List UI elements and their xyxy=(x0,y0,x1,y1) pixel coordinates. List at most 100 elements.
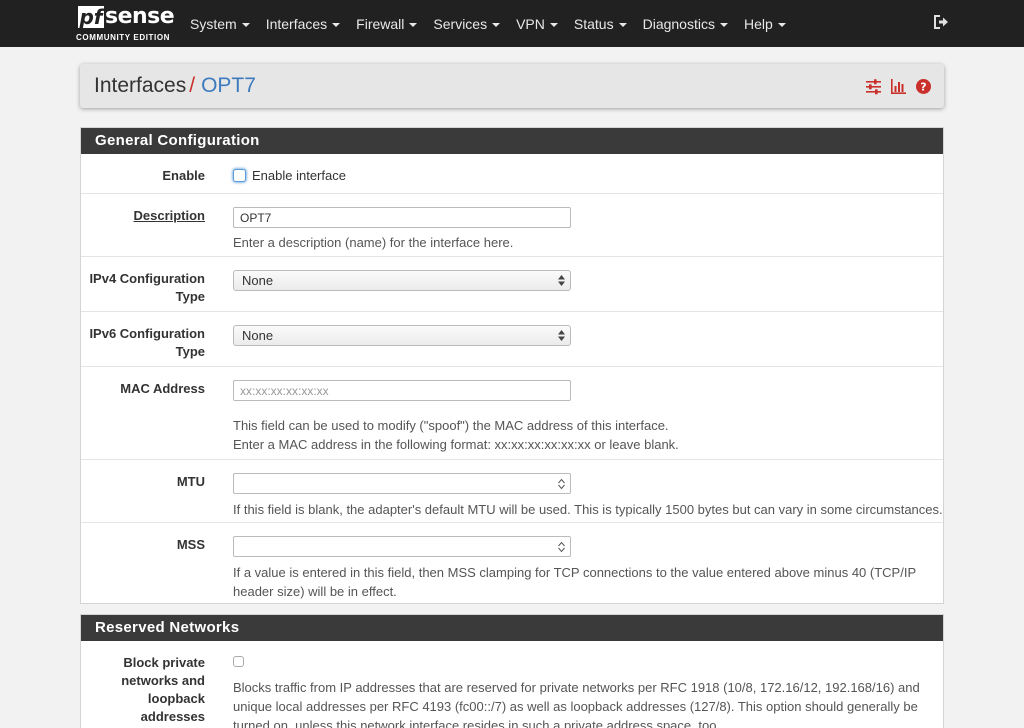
label-line: IPv4 Configuration xyxy=(89,271,205,286)
select-arrows-icon xyxy=(558,330,565,341)
bar-chart-icon[interactable] xyxy=(890,78,907,95)
nav-label: Interfaces xyxy=(265,15,328,32)
caret-down-icon xyxy=(549,22,558,27)
sign-out-icon[interactable] xyxy=(932,13,950,31)
description-help: Enter a description (name) for the inter… xyxy=(233,235,514,250)
nav-label: System xyxy=(190,15,237,32)
mtu-label: MTU xyxy=(176,474,205,489)
nav-label: Firewall xyxy=(356,15,405,32)
mac-address-label: MAC Address xyxy=(120,381,205,396)
mac-address-help-1: This field can be used to modify ("spoof… xyxy=(233,418,669,433)
mtu-input[interactable] xyxy=(233,473,571,494)
breadcrumb-current[interactable]: OPT7 xyxy=(201,74,256,97)
mss-help-1: If a value is entered in this field, the… xyxy=(233,565,917,580)
nav-system[interactable]: System xyxy=(190,16,250,32)
mss-help-2: header size) will be in effect. xyxy=(233,584,397,599)
ipv6-type-row: IPv6 Configuration Type None xyxy=(81,312,943,367)
block-private-checkbox[interactable] xyxy=(233,656,244,667)
mtu-help: If this field is blank, the adapter's de… xyxy=(233,502,943,517)
mac-address-help-2: Enter a MAC address in the following for… xyxy=(233,437,679,452)
caret-down-icon xyxy=(332,22,341,27)
caret-down-icon xyxy=(618,22,627,27)
navbar: pf sense COMMUNITY EDITION System Interf… xyxy=(0,0,1024,47)
breadcrumb-separator: / xyxy=(189,74,196,97)
svg-text:?: ? xyxy=(920,81,926,94)
breadcrumb: Interfaces / OPT7 xyxy=(94,74,256,98)
logo-edition: COMMUNITY EDITION xyxy=(76,33,171,42)
mtu-field: If this field is blank, the adapter's de… xyxy=(233,473,943,519)
ipv4-type-row: IPv4 Configuration Type None xyxy=(81,257,943,312)
block-private-row: Block private networks and loopback addres… xyxy=(81,641,943,728)
mss-label: MSS xyxy=(176,537,205,552)
label-line: loopback addresses xyxy=(140,691,205,724)
sliders-icon[interactable] xyxy=(865,78,882,95)
logo-prefix: pf xyxy=(78,5,104,29)
caret-down-icon xyxy=(241,22,250,27)
ipv4-type-label: IPv4 Configuration Type xyxy=(81,270,205,306)
logo-main: sense xyxy=(105,4,175,29)
nav-label: VPN xyxy=(516,15,545,32)
nav-label: Diagnostics xyxy=(642,15,715,32)
nav-label: Help xyxy=(743,15,773,32)
ipv4-type-field: None xyxy=(233,270,571,291)
mac-address-field: This field can be used to modify ("spoof… xyxy=(233,380,679,454)
label-line: Type xyxy=(175,344,205,359)
description-label: Description xyxy=(81,207,205,225)
caret-down-icon xyxy=(719,22,728,27)
nav-help[interactable]: Help xyxy=(744,16,786,32)
breadcrumb-root[interactable]: Interfaces xyxy=(94,74,186,97)
general-configuration-panel: General Configuration Enable Enable inte… xyxy=(80,127,944,604)
mss-input[interactable] xyxy=(233,536,571,557)
question-circle-icon[interactable]: ? xyxy=(915,78,932,95)
nav-firewall[interactable]: Firewall xyxy=(356,15,418,32)
nav-label: Services xyxy=(433,15,488,32)
block-private-label: Block private networks and loopback addres… xyxy=(81,654,205,726)
enable-checkbox-label[interactable]: Enable interface xyxy=(252,166,346,185)
block-private-field: Blocks traffic from IP addresses that ar… xyxy=(233,678,920,728)
mtu-row: MTU If this field is blank, the adapter'… xyxy=(81,460,943,523)
mss-field: If a value is entered in this field, the… xyxy=(233,536,916,601)
caret-down-icon xyxy=(409,22,418,27)
main-menu: System Interfaces Firewall Services VPN … xyxy=(190,0,802,47)
description-label-text: Description xyxy=(133,208,205,223)
nav-label: Status xyxy=(573,15,614,32)
spinner-arrows-icon[interactable] xyxy=(558,478,565,490)
description-row: Description Enter a description (name) f… xyxy=(81,194,943,257)
ipv6-type-select[interactable]: None xyxy=(233,325,571,346)
pfsense-logo[interactable]: pf sense COMMUNITY EDITION xyxy=(76,4,176,44)
nav-diagnostics[interactable]: Diagnostics xyxy=(643,16,728,32)
nav-status[interactable]: Status xyxy=(574,16,627,32)
enable-row: Enable Enable interface xyxy=(81,154,943,194)
label-line: IPv6 Configuration xyxy=(89,326,205,341)
block-private-help-1: Blocks traffic from IP addresses that ar… xyxy=(233,680,920,695)
reserved-networks-panel: Reserved Networks Block private networks … xyxy=(80,614,944,728)
panel-heading: General Configuration xyxy=(81,128,943,154)
block-private-help-2: unique local addresses per RFC 4193 (fc0… xyxy=(233,699,918,714)
mac-address-row: MAC Address This field can be used to mo… xyxy=(81,367,943,460)
enable-label: Enable xyxy=(162,168,205,183)
caret-down-icon xyxy=(492,22,501,27)
select-arrows-icon xyxy=(558,275,565,286)
caret-down-icon xyxy=(777,22,786,27)
nav-interfaces[interactable]: Interfaces xyxy=(265,15,341,32)
mss-row: MSS If a value is entered in this field,… xyxy=(81,523,943,603)
select-value: None xyxy=(242,328,274,343)
select-value: None xyxy=(242,273,274,288)
label-line: Block private xyxy=(123,655,205,670)
header-actions: ? xyxy=(865,78,932,95)
enable-checkbox[interactable] xyxy=(233,169,246,182)
label-line: Type xyxy=(175,289,205,304)
page-header: Interfaces / OPT7 ? xyxy=(80,64,944,108)
description-input[interactable] xyxy=(233,207,571,228)
label-line: networks and xyxy=(121,673,205,688)
block-private-help-3: turned on, unless this network interface… xyxy=(233,718,721,728)
ipv6-type-field: None xyxy=(233,325,571,346)
panel-heading: Reserved Networks xyxy=(81,615,943,641)
mac-address-input[interactable] xyxy=(233,380,571,401)
ipv4-type-select[interactable]: None xyxy=(233,270,571,291)
ipv6-type-label: IPv6 Configuration Type xyxy=(81,325,205,361)
spinner-arrows-icon[interactable] xyxy=(558,541,565,553)
description-field: Enter a description (name) for the inter… xyxy=(233,207,571,252)
nav-vpn[interactable]: VPN xyxy=(516,16,558,32)
nav-services[interactable]: Services xyxy=(433,15,501,32)
